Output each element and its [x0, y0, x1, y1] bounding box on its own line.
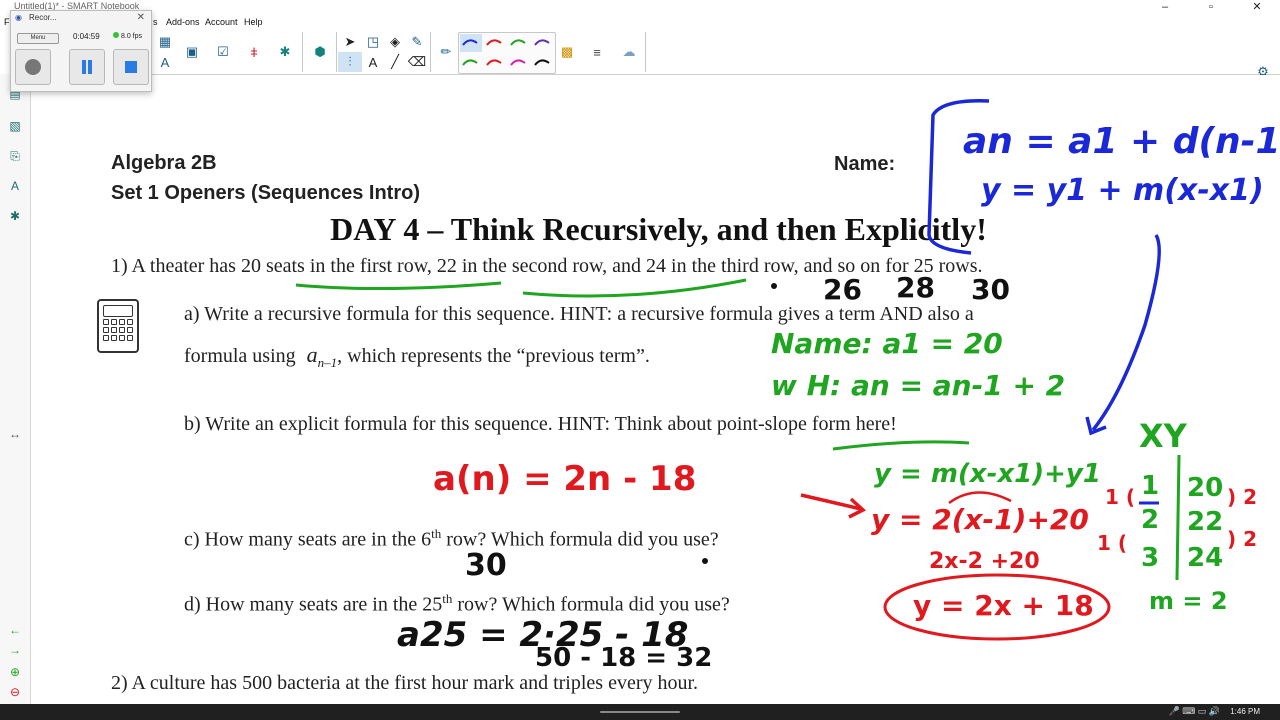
blue-formula-sequence: an = a1 + d(n-1) — [963, 121, 1280, 162]
green-point-slope: y = m(x-x1)+y1 — [874, 459, 1101, 489]
blue-formula-line: y = y1 + m(x-x1) — [981, 173, 1264, 208]
green-slope: m = 2 — [1149, 587, 1228, 615]
green-name-a1: Name: a1 = 20 — [771, 327, 1003, 360]
distribution-arc — [948, 491, 1012, 505]
black-term-30: 30 — [971, 273, 1010, 306]
black-a25-result: 50 - 18 = 32 — [535, 643, 713, 673]
title-bar: Untitled(1)* - SMART Notebook – ▫ ✕ — [0, 0, 1280, 14]
color-picker-icon[interactable]: ▩ — [555, 42, 579, 62]
side-tabs: ▤ ▧ ⎘ A ✱ ↔ ← → ⊕ ⊖ — [0, 74, 31, 704]
system-tray-icons[interactable]: 🎤 ⌨ ▭ 🔊 — [1169, 706, 1220, 717]
red-simplify: 2x-2 +20 — [929, 549, 1040, 574]
text-icon[interactable]: A — [361, 52, 385, 72]
text-tool-icon[interactable]: A — [153, 52, 177, 72]
toolbar: ▦ A ▣ ☑ ǂ ✱ ⬢ ➤ ◳ ◈ ✎ ⫶ A ╱ ⌫ ✏ ▩ ≡ ☁ ⚙ … — [0, 30, 1280, 91]
red-final-answer: y = 2x + 18 — [913, 589, 1094, 622]
recorder-title: Recor... — [29, 13, 57, 22]
next-page-icon[interactable]: → — [7, 642, 23, 658]
red-substitution: y = 2(x-1)+20 — [871, 503, 1089, 536]
properties-icon[interactable]: A — [7, 178, 23, 194]
window-controls: – ▫ ✕ — [1142, 0, 1280, 14]
taskbar: 🎤 ⌨ ▭ 🔊 1:46 PM — [0, 704, 1280, 720]
green-recursive: w H: an = an-1 + 2 — [771, 369, 1066, 402]
fill-icon[interactable]: ◈ — [383, 32, 407, 52]
close-icon[interactable]: ✕ — [1234, 0, 1280, 14]
line-style-icon[interactable]: ≡ — [585, 42, 609, 62]
fill-effects-icon[interactable]: ☁ — [617, 42, 641, 62]
menu-help[interactable]: Help — [244, 17, 263, 27]
green-table-x1: 1 — [1141, 471, 1160, 501]
pen-swatches[interactable] — [459, 33, 555, 73]
black-dot — [771, 283, 777, 289]
underline-point-slope — [832, 440, 970, 451]
previous-page-icon[interactable]: ← — [7, 622, 23, 638]
maximize-icon[interactable]: ▫ — [1188, 0, 1234, 14]
delete-page-icon[interactable]: ⊖ — [7, 684, 23, 700]
menu-account[interactable]: Account — [205, 17, 238, 27]
record-button[interactable] — [15, 49, 51, 85]
table-vertical-line — [1175, 454, 1181, 581]
resize-handle-icon[interactable]: ↔ — [7, 426, 23, 442]
table-icon[interactable]: ▦ — [153, 32, 177, 52]
green-table-y3: 24 — [1187, 543, 1224, 573]
addon-icon[interactable]: ✱ — [273, 42, 297, 62]
black-term-28: 28 — [896, 271, 935, 304]
select-icon[interactable]: ➤ — [338, 32, 362, 52]
red-left-mark-2: 1 ( — [1097, 531, 1128, 555]
recorder-fps-value: 8.0 fps — [121, 33, 143, 40]
black-answer-c: 30 — [465, 548, 507, 583]
recorder-close-icon[interactable]: ✕ — [137, 12, 145, 23]
fps-status-dot — [113, 32, 119, 38]
math-tools-icon[interactable]: ǂ — [242, 42, 266, 62]
pause-button[interactable] — [69, 49, 105, 85]
minimize-icon[interactable]: – — [1142, 0, 1188, 14]
magic-pen-icon[interactable]: ✎ — [405, 32, 429, 52]
shapes-icon[interactable]: ◳ — [361, 32, 385, 52]
addons-tab-icon[interactable]: ✱ — [7, 208, 23, 224]
underline-second-row — [522, 278, 747, 298]
blue-arrow — [1091, 234, 1161, 432]
black-dot-2 — [702, 558, 708, 564]
pen-color-palette[interactable] — [458, 32, 556, 74]
eraser-icon[interactable]: ⌫ — [405, 52, 429, 72]
pen-tool-icon[interactable]: ✏ — [434, 42, 458, 62]
pens-icon[interactable]: ⫶ — [338, 52, 362, 72]
screen-capture-icon[interactable]: ▣ — [180, 42, 204, 62]
menu-addons[interactable]: Add-ons — [166, 17, 200, 27]
taskbar-clock: 1:46 PM — [1230, 707, 1260, 716]
red-left-mark-1: 1 ( — [1105, 485, 1136, 509]
taskbar-handle[interactable] — [600, 711, 680, 713]
green-table-x2: 2 — [1141, 505, 1160, 535]
line-icon[interactable]: ╱ — [383, 52, 407, 72]
recorder-menu-button[interactable]: Menu — [17, 33, 59, 44]
screen-recorder-widget[interactable]: ◉ Recor... ✕ Menu 0:04:59 8.0 fps — [10, 10, 152, 92]
black-term-26: 26 — [823, 273, 862, 306]
recorder-icon: ◉ — [15, 13, 22, 22]
green-table-header: XY — [1139, 417, 1187, 455]
stop-button[interactable] — [113, 49, 149, 85]
red-right-mark-2: ) 2 — [1227, 527, 1258, 551]
notebook-page[interactable]: Algebra 2B Set 1 Openers (Sequences Intr… — [31, 75, 1280, 704]
green-table-x3: 3 — [1141, 543, 1160, 573]
gallery-icon[interactable]: ⬢ — [308, 42, 332, 62]
recorder-fps: 8.0 fps — [113, 32, 142, 40]
green-table-y2: 22 — [1187, 507, 1224, 537]
recorder-elapsed-time: 0:04:59 — [73, 32, 100, 41]
red-explicit-formula: a(n) = 2n - 18 — [433, 459, 697, 499]
gallery-tab-icon[interactable]: ▧ — [7, 118, 23, 134]
menu-bar: Fi s Add-ons Account Help — [0, 14, 1280, 30]
green-table-y1: 20 — [1187, 473, 1224, 503]
add-page-icon[interactable]: ⊕ — [7, 664, 23, 680]
attachments-icon[interactable]: ⎘ — [7, 148, 23, 164]
menu-s[interactable]: s — [153, 17, 158, 27]
response-icon[interactable]: ☑ — [211, 42, 235, 62]
underline-first-row — [295, 281, 502, 291]
red-right-mark-1: ) 2 — [1227, 485, 1258, 509]
